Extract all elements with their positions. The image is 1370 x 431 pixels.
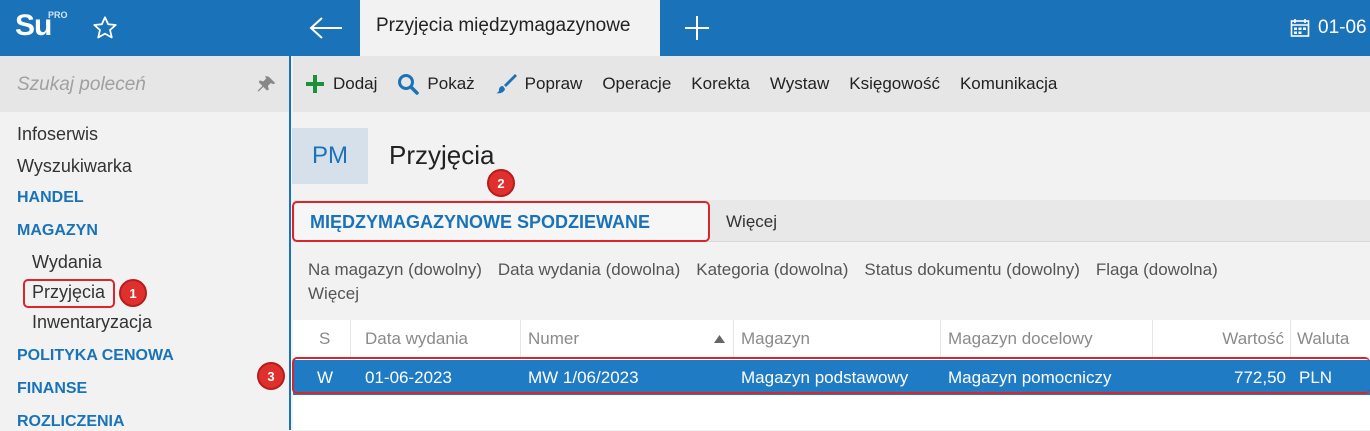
column-header-currency[interactable]: Waluta [1291,320,1370,358]
edit-button[interactable]: Popraw [495,73,583,95]
app-logo[interactable]: Su PRO [0,0,70,56]
pin-icon[interactable] [256,74,278,96]
column-header-number[interactable]: Numer [521,320,734,358]
sidebar-item-inwentaryzacja[interactable]: Inwentaryzacja [32,312,152,333]
column-header-target-warehouse[interactable]: Magazyn docelowy [941,320,1153,358]
filter-bar: Na magazyn (dowolny) Data wydania (dowoln… [308,258,1368,306]
sidebar-item-magazyn[interactable]: MAGAZYN [17,222,98,240]
sidebar-item-handel[interactable]: HANDEL [17,189,84,207]
column-header-warehouse[interactable]: Magazyn [734,320,941,358]
star-icon [93,16,117,39]
sidebar: Infoserwis Wyszukiwarka HANDEL MAGAZYN W… [0,56,291,430]
accounting-menu[interactable]: Księgowość [849,74,940,94]
filter-more[interactable]: Więcej [308,284,359,303]
brush-icon [495,74,517,94]
correction-menu[interactable]: Korekta [691,74,750,94]
filter-document-status[interactable]: Status dokumentu (dowolny) [864,260,1079,279]
command-toolbar: Dodaj Pokaż Popraw Operacje Korekta Wyst… [293,56,1370,112]
add-button-label: Dodaj [333,74,378,93]
step-badge-3: 3 [257,362,285,390]
issue-menu[interactable]: Wystaw [770,74,829,94]
highlight-table-row [292,357,1370,394]
work-date[interactable]: 01-06 [1290,14,1367,42]
sidebar-item-rozliczenia[interactable]: ROZLICZENIA [17,413,125,431]
tab-more[interactable]: Więcej [726,212,777,232]
sidebar-item-finanse[interactable]: FINANSE [17,380,87,398]
column-header-value[interactable]: Wartość [1153,320,1291,358]
show-button-label: Pokaż [427,74,475,93]
filter-flag[interactable]: Flaga (dowolna) [1096,260,1218,279]
column-header-number-label: Numer [528,329,580,348]
sidebar-item-polityka-cenowa[interactable]: POLITYKA CENOWA [17,347,174,365]
filter-issue-date[interactable]: Data wydania (dowolna) [498,260,680,279]
add-tab-button[interactable] [672,0,722,56]
table-header: S Data wydania Numer Magazyn Magazyn doc… [293,320,1370,358]
work-date-value: 01-06 [1318,17,1367,38]
column-header-status[interactable]: S [293,320,351,358]
command-search-input[interactable] [17,72,247,98]
highlight-view-tab [292,201,710,242]
tab-label: Przyjęcia międzymagazynowe [376,15,631,36]
favorites-button[interactable] [70,0,140,56]
calendar-icon [1290,19,1310,37]
plus-icon [685,16,709,40]
arrow-left-icon [309,17,342,39]
page-title: Przyjęcia [389,140,495,170]
tab-przyjecia-miedzymagazynowe[interactable]: Przyjęcia międzymagazynowe [360,0,660,56]
add-button[interactable]: Dodaj [305,74,377,94]
logo-text: Su [15,9,52,42]
sidebar-item-infoserwis[interactable]: Infoserwis [17,124,98,145]
operations-menu[interactable]: Operacje [602,74,671,94]
command-search [0,56,289,112]
magnifier-icon [398,74,420,95]
show-button[interactable]: Pokaż [397,73,475,95]
highlight-przyjecia [23,279,115,308]
logo-edition: PRO [48,10,68,20]
column-header-issue-date[interactable]: Data wydania [351,320,521,358]
plus-icon [306,75,324,93]
back-button[interactable] [292,0,360,56]
communication-menu[interactable]: Komunikacja [960,74,1057,94]
module-badge: PM [292,128,368,184]
edit-button-label: Popraw [524,74,583,93]
step-badge-2: 2 [487,169,515,197]
sort-ascending-icon [714,335,725,343]
sidebar-item-wydania[interactable]: Wydania [32,252,102,273]
step-badge-1: 1 [119,279,147,307]
filter-category[interactable]: Kategoria (dowolna) [696,260,848,279]
sidebar-item-wyszukiwarka[interactable]: Wyszukiwarka [17,156,132,177]
filter-target-warehouse[interactable]: Na magazyn (dowolny) [308,260,482,279]
top-bar: Su PRO Przyjęcia międzymagazynowe 01-06 [0,0,1370,56]
